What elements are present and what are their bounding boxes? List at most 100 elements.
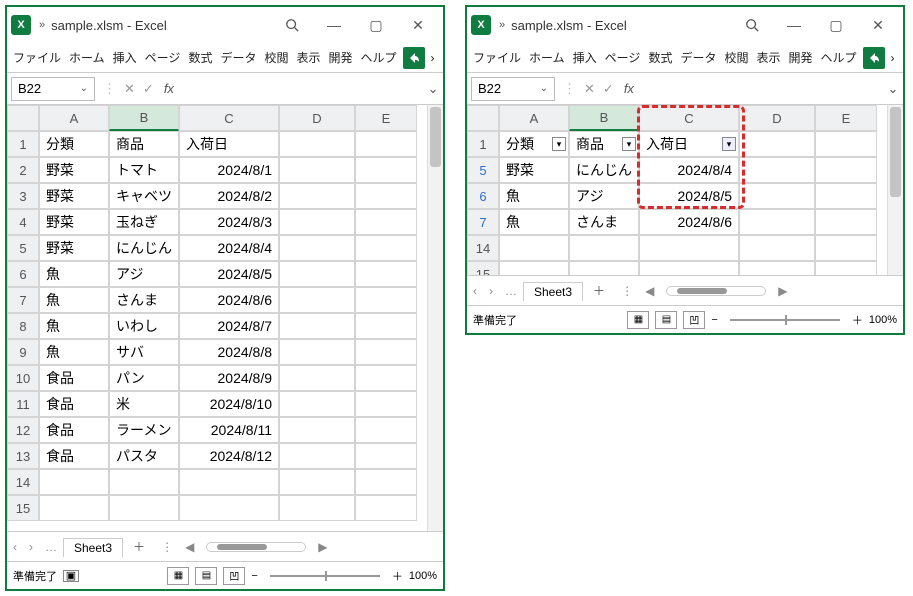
cell[interactable]: 2024/8/6 — [639, 209, 739, 235]
cell[interactable]: トマト — [109, 157, 179, 183]
cell[interactable] — [569, 235, 639, 261]
cell[interactable] — [639, 261, 739, 275]
cell[interactable]: 2024/8/11 — [179, 417, 279, 443]
cell[interactable] — [499, 235, 569, 261]
cell[interactable]: 2024/8/3 — [179, 209, 279, 235]
column-header[interactable]: D — [739, 105, 815, 131]
cell[interactable] — [279, 443, 355, 469]
row-header[interactable]: 5 — [467, 157, 499, 183]
formula-expand-icon[interactable]: ⌄ — [423, 81, 443, 97]
sheet-nav-prev[interactable]: ‹ — [467, 284, 483, 298]
column-header[interactable]: E — [355, 105, 417, 131]
cell[interactable]: 2024/8/10 — [179, 391, 279, 417]
cell[interactable]: 野菜 — [39, 157, 109, 183]
cell[interactable]: パスタ — [109, 443, 179, 469]
horizontal-scrollbar[interactable] — [666, 286, 766, 296]
search-icon[interactable] — [731, 11, 773, 39]
cell[interactable]: 2024/8/4 — [639, 157, 739, 183]
ribbon-tab-home[interactable]: ホーム — [525, 49, 569, 66]
header-cell[interactable]: 分類 — [39, 131, 109, 157]
cell[interactable]: いわし — [109, 313, 179, 339]
cell[interactable] — [39, 469, 109, 495]
cell[interactable]: 玉ねぎ — [109, 209, 179, 235]
fx-label[interactable]: fx — [618, 81, 640, 96]
cell[interactable]: 米 — [109, 391, 179, 417]
row-header[interactable]: 12 — [7, 417, 39, 443]
ribbon-tab-help[interactable]: ヘルプ — [357, 49, 401, 66]
cell[interactable]: 2024/8/5 — [639, 183, 739, 209]
header-cell[interactable]: 入荷日 — [179, 131, 279, 157]
ribbon-overflow-chevron-icon[interactable]: › — [887, 51, 899, 65]
cell[interactable] — [355, 339, 417, 365]
column-header[interactable]: E — [815, 105, 877, 131]
sheet-add-button[interactable]: ＋ — [583, 282, 615, 299]
ribbon-tab-file[interactable]: ファイル — [9, 49, 65, 66]
cell[interactable] — [109, 495, 179, 521]
header-cell[interactable]: 分類▾ — [499, 131, 569, 157]
cell[interactable] — [355, 209, 417, 235]
ribbon-tab-help[interactable]: ヘルプ — [817, 49, 861, 66]
cell[interactable]: さんま — [109, 287, 179, 313]
cell[interactable]: 2024/8/12 — [179, 443, 279, 469]
header-cell[interactable]: 商品▾ — [569, 131, 639, 157]
sheet-tab-opts-icon[interactable]: ⋮ — [155, 540, 179, 554]
cell[interactable] — [355, 313, 417, 339]
header-cell[interactable]: 商品 — [109, 131, 179, 157]
hscroll-left-icon[interactable]: ◀ — [179, 540, 200, 554]
ribbon-tab-review[interactable]: 校閲 — [720, 49, 752, 66]
row-header[interactable]: 6 — [7, 261, 39, 287]
minimize-button[interactable]: — — [313, 11, 355, 39]
column-header[interactable]: D — [279, 105, 355, 131]
name-box[interactable]: B22 ⌄ — [11, 77, 95, 101]
formula-input[interactable] — [180, 77, 423, 101]
cell[interactable] — [815, 261, 877, 275]
zoom-level[interactable]: 100% — [409, 570, 437, 582]
cell[interactable] — [179, 495, 279, 521]
cell[interactable]: アジ — [569, 183, 639, 209]
fx-enter-icon[interactable]: ✓ — [599, 81, 618, 97]
zoom-in-button[interactable]: ＋ — [392, 568, 403, 584]
view-normal-icon[interactable]: ▦ — [167, 567, 189, 585]
column-header[interactable]: A — [499, 105, 569, 131]
cell[interactable] — [109, 469, 179, 495]
sheet-add-button[interactable]: ＋ — [123, 538, 155, 555]
spreadsheet-grid[interactable]: ABCDE1分類商品入荷日2野菜トマト2024/8/13野菜キャベツ2024/8… — [7, 105, 427, 531]
zoom-slider[interactable] — [730, 319, 840, 321]
sheet-tab[interactable]: Sheet3 — [63, 538, 123, 557]
sheet-nav-next[interactable]: › — [23, 540, 39, 554]
row-header[interactable]: 13 — [7, 443, 39, 469]
cell[interactable]: サバ — [109, 339, 179, 365]
ribbon-tab-data[interactable]: データ — [216, 49, 260, 66]
cell[interactable] — [279, 209, 355, 235]
cell[interactable] — [739, 235, 815, 261]
row-header[interactable]: 11 — [7, 391, 39, 417]
select-all-corner[interactable] — [7, 105, 39, 131]
name-box[interactable]: B22 ⌄ — [471, 77, 555, 101]
row-header[interactable]: 7 — [7, 287, 39, 313]
sheet-tab-opts-icon[interactable]: ⋮ — [615, 284, 639, 298]
row-header[interactable]: 3 — [7, 183, 39, 209]
cell[interactable]: 食品 — [39, 365, 109, 391]
cell[interactable]: キャベツ — [109, 183, 179, 209]
cell[interactable] — [355, 235, 417, 261]
row-header[interactable]: 7 — [467, 209, 499, 235]
cell[interactable] — [815, 183, 877, 209]
close-button[interactable]: ✕ — [857, 11, 899, 39]
cell[interactable]: 魚 — [39, 261, 109, 287]
sheet-tab[interactable]: Sheet3 — [523, 282, 583, 301]
cell[interactable]: 野菜 — [39, 183, 109, 209]
ribbon-tab-page[interactable]: ページ — [141, 49, 185, 66]
cell[interactable] — [355, 261, 417, 287]
view-pagebreak-icon[interactable]: 凹 — [223, 567, 245, 585]
column-header[interactable]: A — [39, 105, 109, 131]
cell[interactable]: 野菜 — [39, 235, 109, 261]
ribbon-tab-dev[interactable]: 開発 — [325, 49, 357, 66]
column-header[interactable]: B — [109, 105, 179, 131]
ribbon-tab-page[interactable]: ページ — [601, 49, 645, 66]
column-header[interactable]: B — [569, 105, 639, 131]
fx-enter-icon[interactable]: ✓ — [139, 81, 158, 97]
name-box-caret-icon[interactable]: ⌄ — [80, 83, 88, 94]
row-header[interactable]: 6 — [467, 183, 499, 209]
cell[interactable]: 2024/8/4 — [179, 235, 279, 261]
row-header[interactable]: 4 — [7, 209, 39, 235]
